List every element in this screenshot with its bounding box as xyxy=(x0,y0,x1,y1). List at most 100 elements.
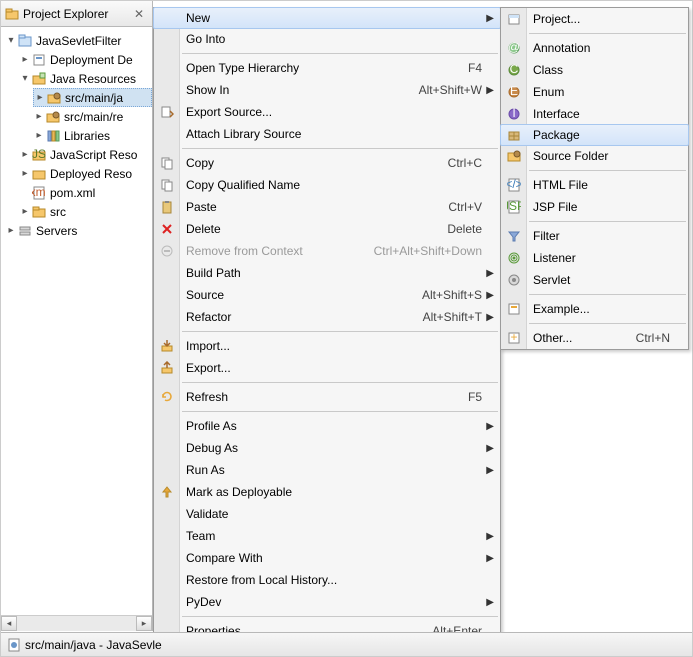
menu-item-show-in[interactable]: Show InAlt+Shift+W▶ xyxy=(154,79,500,101)
submenu-arrow-icon: ▶ xyxy=(486,443,494,454)
menu-item-accelerator: F5 xyxy=(468,390,500,404)
menu-item-filter[interactable]: Filter xyxy=(501,225,688,247)
menu-item-go-into[interactable]: Go Into xyxy=(154,28,500,50)
menu-item-run-as[interactable]: Run As▶ xyxy=(154,459,500,481)
editor-tab[interactable]: src/main/java - JavaSevle xyxy=(1,632,692,656)
refresh-icon xyxy=(154,386,180,408)
menu-item-listener[interactable]: Listener xyxy=(501,247,688,269)
blank-icon xyxy=(154,262,180,284)
scroll-track[interactable] xyxy=(17,616,136,631)
menu-item-other[interactable]: +Other...Ctrl+N xyxy=(501,327,688,349)
menu-item-copy-qualified-name[interactable]: Copy Qualified Name xyxy=(154,174,500,196)
jsp-file-icon: JSP xyxy=(501,196,527,218)
submenu-arrow-icon: ▶ xyxy=(486,312,494,323)
menu-item-export-source[interactable]: Export Source... xyxy=(154,101,500,123)
menu-item-debug-as[interactable]: Debug As▶ xyxy=(154,437,500,459)
menu-item-label: PyDev xyxy=(180,595,500,609)
menu-item-attach-library-source[interactable]: Attach Library Source xyxy=(154,123,500,145)
menu-item-servlet[interactable]: Servlet xyxy=(501,269,688,291)
tree-label: Deployed Reso xyxy=(50,167,132,181)
scroll-right-button[interactable]: ▸ xyxy=(136,616,152,631)
menu-item-label: Attach Library Source xyxy=(180,127,500,141)
menu-item-jsp-file[interactable]: JSPJSP File xyxy=(501,196,688,218)
tree-item[interactable]: ▸Deployed Reso xyxy=(19,164,152,183)
blank-icon xyxy=(154,306,180,328)
svg-text:@: @ xyxy=(508,41,520,54)
tree-label: src/main/ja xyxy=(65,91,123,105)
tree-label: JavaScript Reso xyxy=(50,148,137,162)
paste-icon xyxy=(154,196,180,218)
deployed-resources-icon xyxy=(31,166,47,182)
menu-item-export[interactable]: Export... xyxy=(154,357,500,379)
menu-item-label: Paste xyxy=(180,200,448,214)
menu-item-compare-with[interactable]: Compare With▶ xyxy=(154,547,500,569)
menu-item-annotation[interactable]: @Annotation xyxy=(501,37,688,59)
menu-item-build-path[interactable]: Build Path▶ xyxy=(154,262,500,284)
svg-text:JS: JS xyxy=(32,148,46,161)
tree-item[interactable]: ▸Servers xyxy=(5,221,152,240)
tree-item[interactable]: ▸src/main/re xyxy=(33,107,152,126)
menu-separator xyxy=(182,53,498,54)
menu-item-accelerator: F4 xyxy=(468,61,500,75)
tree-item-project[interactable]: ▾JavaSevletFilter xyxy=(5,31,152,50)
menu-item-label: Copy Qualified Name xyxy=(180,178,500,192)
menu-item-profile-as[interactable]: Profile As▶ xyxy=(154,415,500,437)
menu-separator xyxy=(182,616,498,617)
submenu-arrow-icon: ▶ xyxy=(486,465,494,476)
menu-item-html-file[interactable]: </>HTML File xyxy=(501,174,688,196)
menu-item-new[interactable]: New▶ xyxy=(153,7,501,29)
menu-item-open-type-hierarchy[interactable]: Open Type HierarchyF4 xyxy=(154,57,500,79)
menu-item-import[interactable]: Import... xyxy=(154,335,500,357)
menu-item-accelerator: Delete xyxy=(447,222,500,236)
menu-item-example[interactable]: Example... xyxy=(501,298,688,320)
copy-qn-icon xyxy=(154,174,180,196)
menu-item-paste[interactable]: PasteCtrl+V xyxy=(154,196,500,218)
menu-item-package[interactable]: Package xyxy=(500,124,689,146)
close-icon[interactable]: ✕ xyxy=(130,7,148,21)
menu-item-accelerator: Ctrl+Alt+Shift+Down xyxy=(374,244,500,258)
project-explorer-panel: Project Explorer ✕ ▾JavaSevletFilter ▸De… xyxy=(1,1,153,631)
menu-separator xyxy=(529,294,686,295)
tree-item[interactable]: ▾Java Resources xyxy=(19,69,152,88)
menu-item-validate[interactable]: Validate xyxy=(154,503,500,525)
menu-item-label: Copy xyxy=(180,156,448,170)
java-file-icon xyxy=(7,638,21,652)
menu-item-label: Restore from Local History... xyxy=(180,573,500,587)
tree-item-selected[interactable]: ▸src/main/ja xyxy=(33,88,152,107)
blank-icon xyxy=(154,79,180,101)
menu-item-class[interactable]: CClass xyxy=(501,59,688,81)
menu-item-copy[interactable]: CopyCtrl+C xyxy=(154,152,500,174)
menu-item-restore-from-local-history[interactable]: Restore from Local History... xyxy=(154,569,500,591)
horizontal-scrollbar[interactable]: ◂ ▸ xyxy=(1,615,152,631)
tree-item[interactable]: ▸Deployment De xyxy=(19,50,152,69)
menu-item-source-folder[interactable]: Source Folder xyxy=(501,145,688,167)
tree-item[interactable]: ▸src xyxy=(19,202,152,221)
blank-icon xyxy=(154,525,180,547)
tree-label: pom.xml xyxy=(50,186,95,200)
menu-item-accelerator: Ctrl+V xyxy=(448,200,500,214)
import-icon xyxy=(154,335,180,357)
menu-item-label: Class xyxy=(527,63,688,77)
folder-icon xyxy=(31,204,47,220)
tree-item[interactable]: ▸JSJavaScript Reso xyxy=(19,145,152,164)
menu-item-team[interactable]: Team▶ xyxy=(154,525,500,547)
menu-item-label: HTML File xyxy=(527,178,688,192)
submenu-arrow-icon: ▶ xyxy=(486,290,494,301)
deployment-descriptor-icon xyxy=(31,52,47,68)
menu-item-refresh[interactable]: RefreshF5 xyxy=(154,386,500,408)
menu-item-interface[interactable]: IInterface xyxy=(501,103,688,125)
menu-item-refactor[interactable]: RefactorAlt+Shift+T▶ xyxy=(154,306,500,328)
menu-item-delete[interactable]: DeleteDelete xyxy=(154,218,500,240)
menu-item-project[interactable]: Project... xyxy=(501,8,688,30)
menu-item-enum[interactable]: EEnum xyxy=(501,81,688,103)
menu-item-pydev[interactable]: PyDev▶ xyxy=(154,591,500,613)
menu-item-accelerator: Ctrl+N xyxy=(636,331,688,345)
menu-item-source[interactable]: SourceAlt+Shift+S▶ xyxy=(154,284,500,306)
tree-item[interactable]: ▸Libraries xyxy=(33,126,152,145)
menu-item-mark-as-deployable[interactable]: Mark as Deployable xyxy=(154,481,500,503)
menu-item-label: Refresh xyxy=(180,390,468,404)
blank-icon xyxy=(154,547,180,569)
scroll-left-button[interactable]: ◂ xyxy=(1,616,17,631)
menu-separator xyxy=(182,382,498,383)
tree-item[interactable]: xmlpom.xml xyxy=(19,183,152,202)
